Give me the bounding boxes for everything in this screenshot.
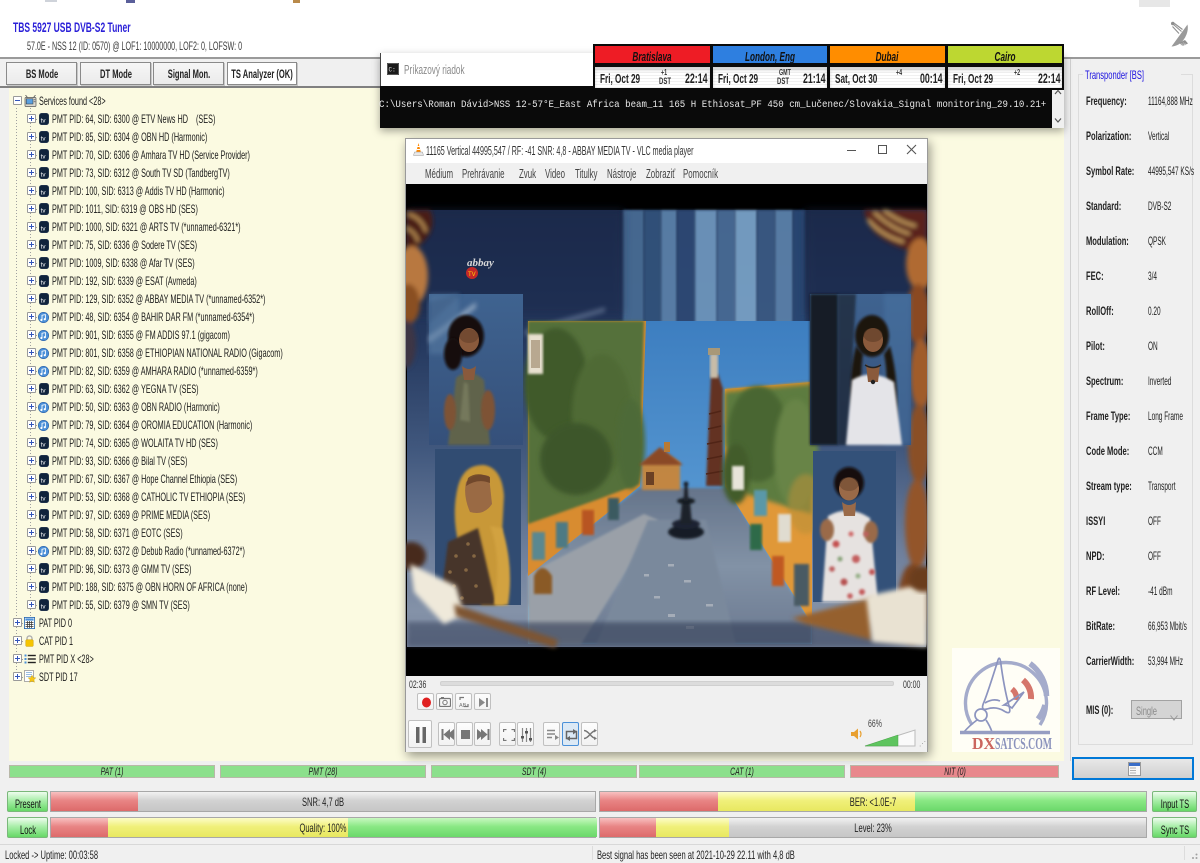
svg-text:SATCS.COM: SATCS.COM (995, 734, 1052, 752)
svg-text:sis: sis (1180, 42, 1186, 48)
svg-text:C:: C: (389, 66, 396, 73)
svg-text:DX: DX (972, 734, 995, 752)
svg-text:AB: AB (459, 703, 467, 708)
svg-text:TV: TV (468, 272, 476, 278)
